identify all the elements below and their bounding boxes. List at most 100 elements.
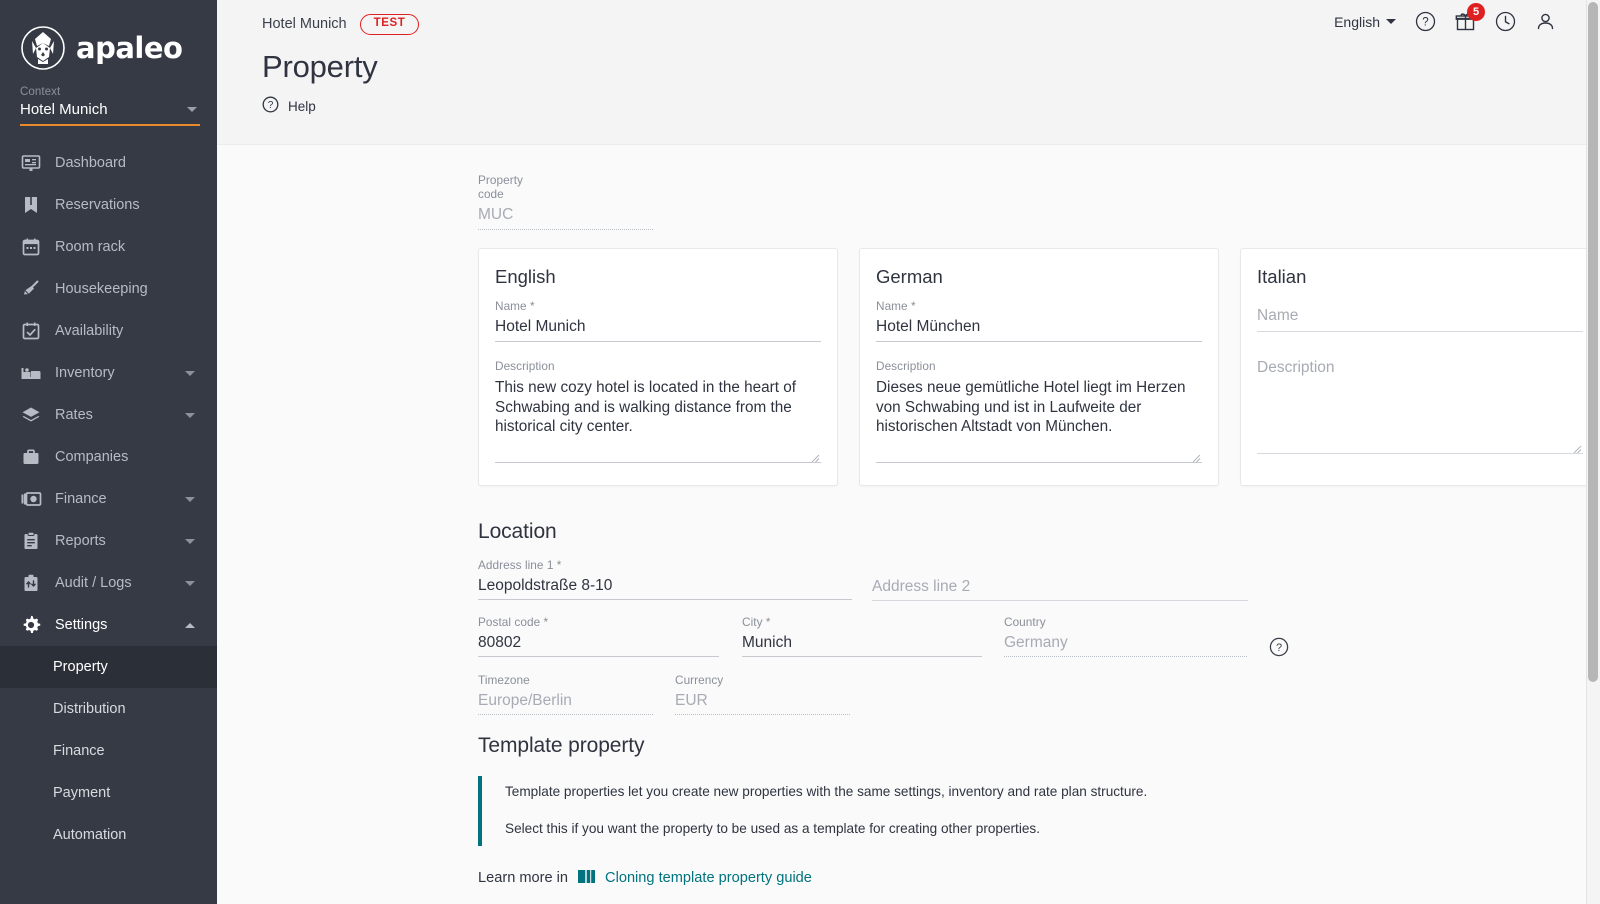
chevron-down-icon xyxy=(187,107,197,112)
sidebar-subitem-distribution[interactable]: Distribution xyxy=(0,688,217,730)
template-note-line-1: Template properties let you create new p… xyxy=(505,784,1148,799)
layers-icon xyxy=(20,404,42,426)
resize-handle-icon[interactable] xyxy=(1192,450,1201,463)
content-area: Property code MUC English Name * Hotel M… xyxy=(217,145,1600,904)
sidebar-item-finance[interactable]: Finance xyxy=(0,478,217,520)
context-value: Hotel Munich xyxy=(20,101,108,118)
address-line-2-placeholder: Address line 2 xyxy=(872,578,971,595)
german-description-field[interactable]: Description Dieses neue gemütliche Hotel… xyxy=(876,359,1202,463)
sidebar-item-availability[interactable]: Availability xyxy=(0,310,217,352)
field-label: Description xyxy=(495,359,555,373)
currency-value: EUR xyxy=(675,692,708,709)
english-description-value: This new cozy hotel is located in the he… xyxy=(495,379,797,436)
sidebar-item-label: Housekeeping xyxy=(55,281,148,297)
italian-name-field[interactable]: Name xyxy=(1257,302,1583,332)
sidebar-item-dashboard[interactable]: Dashboard xyxy=(0,142,217,184)
help-circle-icon: ? xyxy=(262,96,279,118)
field-label: City * xyxy=(742,615,771,629)
sidebar: apaleo Context Hotel Munich Dashboard Re… xyxy=(0,0,217,904)
country-help-icon[interactable]: ? xyxy=(1269,637,1289,662)
language-selector[interactable]: English xyxy=(1334,14,1396,30)
field-label: Timezone xyxy=(478,673,530,687)
chevron-down-icon xyxy=(1386,19,1396,24)
chevron-down-icon xyxy=(185,580,195,586)
sidebar-item-room-rack[interactable]: Room rack xyxy=(0,226,217,268)
field-underline-dotted xyxy=(1004,656,1247,657)
sidebar-item-rates[interactable]: Rates xyxy=(0,394,217,436)
learn-more-prefix: Learn more in xyxy=(478,870,569,887)
language-card-title: English xyxy=(495,266,556,287)
language-card-english: English Name * Hotel Munich Description … xyxy=(478,248,838,486)
resize-handle-icon[interactable] xyxy=(1573,441,1582,454)
sidebar-nav: Dashboard Reservations Room rack Houseke… xyxy=(0,142,217,856)
chevron-down-icon xyxy=(185,496,195,502)
timezone-value: Europe/Berlin xyxy=(478,692,572,709)
book-icon xyxy=(577,868,596,889)
template-property-note: Template properties let you create new p… xyxy=(478,776,1158,846)
sidebar-item-label: Finance xyxy=(55,491,107,507)
english-description-field[interactable]: Description This new cozy hotel is locat… xyxy=(495,359,821,463)
field-underline xyxy=(742,656,982,657)
field-underline xyxy=(876,462,1202,463)
gift-icon[interactable]: 5 xyxy=(1455,3,1485,32)
template-property-section-title: Template property xyxy=(478,734,645,757)
help-circle-icon-button[interactable]: ? xyxy=(1415,11,1436,32)
location-section-title: Location xyxy=(478,520,557,543)
svg-text:?: ? xyxy=(1422,17,1428,29)
sidebar-item-label: Rates xyxy=(55,407,93,423)
language-card-title: Italian xyxy=(1257,266,1307,287)
reservations-icon xyxy=(20,194,42,216)
template-note-line-2: Select this if you want the property to … xyxy=(505,821,1040,837)
field-underline xyxy=(1257,453,1583,454)
vertical-scrollbar[interactable] xyxy=(1586,0,1600,904)
german-name-field[interactable]: Name * Hotel München xyxy=(876,299,1202,342)
user-icon[interactable] xyxy=(1535,11,1556,32)
sidebar-item-companies[interactable]: Companies xyxy=(0,436,217,478)
sidebar-item-label: Settings xyxy=(55,617,108,633)
postal-code-field[interactable]: Postal code * 80802 xyxy=(478,615,719,657)
money-icon xyxy=(20,488,42,510)
postal-code-value: 80802 xyxy=(478,634,522,651)
address-line-2-field[interactable]: Address line 2 xyxy=(872,573,1248,601)
resize-handle-icon[interactable] xyxy=(811,450,820,463)
sidebar-subitem-finance[interactable]: Finance xyxy=(0,730,217,772)
dashboard-icon xyxy=(20,152,42,174)
brand-logo[interactable]: apaleo xyxy=(0,0,217,78)
sidebar-item-reports[interactable]: Reports xyxy=(0,520,217,562)
scrollbar-thumb[interactable] xyxy=(1588,2,1598,682)
address-line-1-field[interactable]: Address line 1 * Leopoldstraße 8-10 xyxy=(478,558,852,600)
sidebar-item-inventory[interactable]: Inventory xyxy=(0,352,217,394)
sidebar-subitem-label: Property xyxy=(53,659,108,675)
sidebar-subitem-payment[interactable]: Payment xyxy=(0,772,217,814)
context-selector[interactable]: Context Hotel Munich xyxy=(0,78,217,126)
help-link[interactable]: ? Help xyxy=(217,85,1600,118)
sidebar-item-housekeeping[interactable]: Housekeeping xyxy=(0,268,217,310)
audit-icon xyxy=(20,572,42,594)
field-label: Name * xyxy=(495,299,535,313)
german-description-value: Dieses neue gemütliche Hotel liegt im He… xyxy=(876,379,1186,436)
city-value: Munich xyxy=(742,634,792,651)
gear-icon xyxy=(20,614,42,636)
sidebar-item-label: Reservations xyxy=(55,197,140,213)
sidebar-item-settings[interactable]: Settings xyxy=(0,604,217,646)
city-field[interactable]: City * Munich xyxy=(742,615,982,657)
sidebar-item-label: Reports xyxy=(55,533,106,549)
english-name-field[interactable]: Name * Hotel Munich xyxy=(495,299,821,342)
field-underline xyxy=(495,462,821,463)
status-badge: TEST xyxy=(359,14,420,35)
language-card-title: German xyxy=(876,266,943,287)
sidebar-item-audit-logs[interactable]: Audit / Logs xyxy=(0,562,217,604)
context-label: Context xyxy=(20,86,61,98)
svg-text:?: ? xyxy=(1276,642,1282,654)
sidebar-subitem-property[interactable]: Property xyxy=(0,646,217,688)
language-card-german: German Name * Hotel München Description … xyxy=(859,248,1219,486)
cloning-template-property-guide-link[interactable]: Cloning template property guide xyxy=(605,870,812,886)
italian-description-field[interactable]: Description xyxy=(1257,354,1583,454)
language-cards: English Name * Hotel Munich Description … xyxy=(217,230,1600,486)
italian-name-placeholder: Name xyxy=(1257,307,1299,324)
clock-icon[interactable] xyxy=(1495,11,1516,32)
sidebar-item-reservations[interactable]: Reservations xyxy=(0,184,217,226)
field-label: Postal code * xyxy=(478,615,549,629)
sidebar-subitem-automation[interactable]: Automation xyxy=(0,814,217,856)
property-code-field: Property code MUC xyxy=(217,145,653,230)
